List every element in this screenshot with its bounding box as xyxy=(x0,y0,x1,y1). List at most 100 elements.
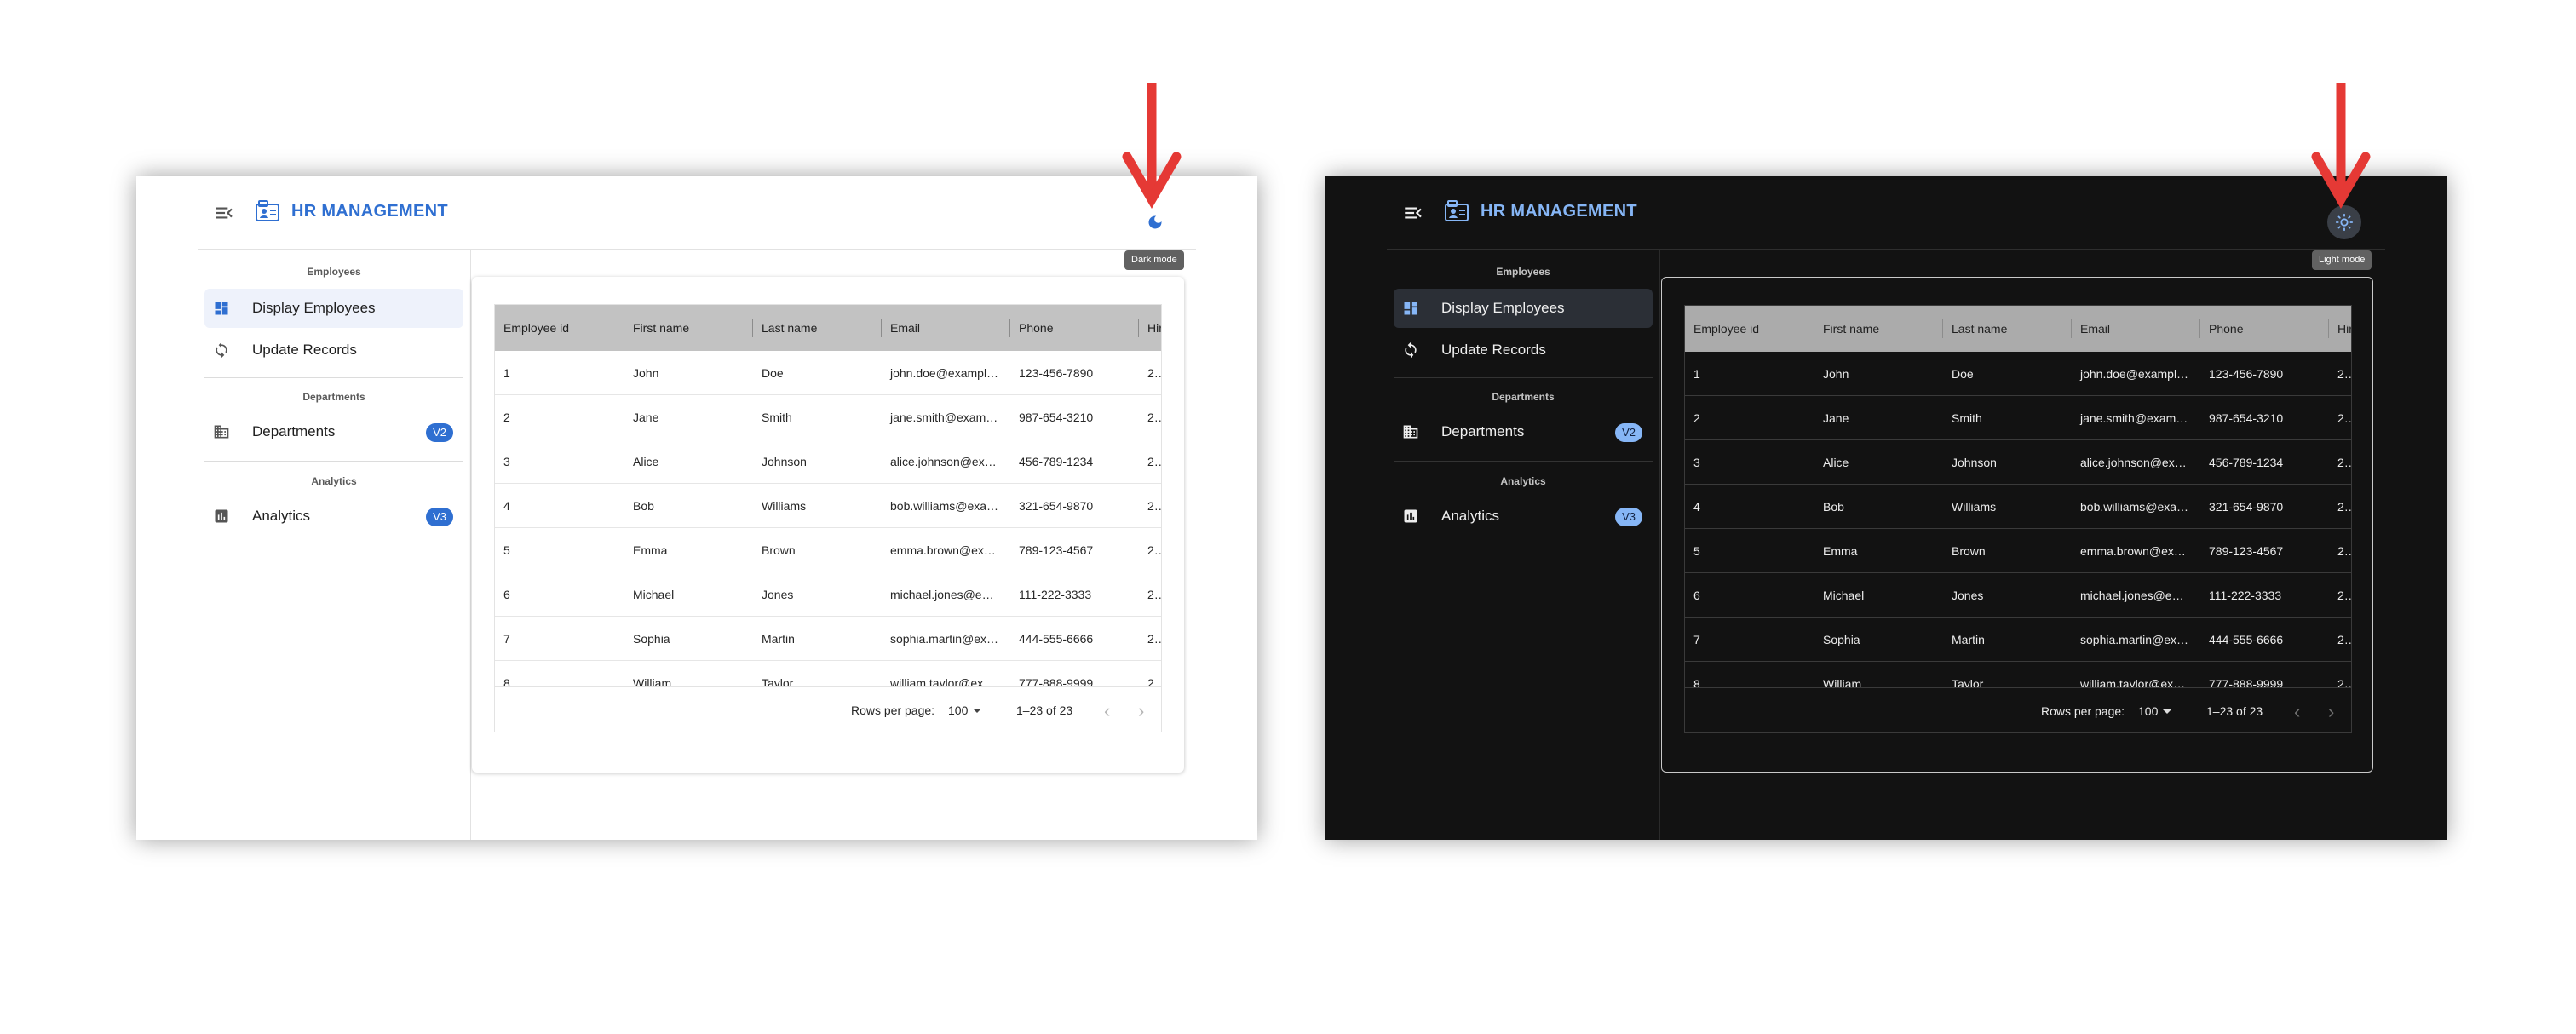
column-header-first-name[interactable]: First name xyxy=(624,305,753,351)
table-cell[interactable]: 5 xyxy=(495,528,624,572)
table-cell[interactable]: 201 xyxy=(1139,395,1161,439)
table-cell[interactable]: Emma xyxy=(624,528,753,572)
table-cell[interactable]: 111-222-3333 xyxy=(1010,572,1139,617)
table-cell[interactable]: 456-789-1234 xyxy=(1010,439,1139,484)
sidebar-item-analytics[interactable]: Analytics V3 xyxy=(204,497,463,536)
table-cell[interactable]: 4 xyxy=(1685,485,1814,529)
sidebar-item-update-records[interactable]: Update Records xyxy=(204,330,463,370)
column-header-hire-date[interactable]: Hir xyxy=(2329,306,2351,352)
chevron-down-icon[interactable] xyxy=(973,709,981,713)
table-cell[interactable]: Johnson xyxy=(1943,440,2072,485)
table-cell[interactable]: 789-123-4567 xyxy=(2200,529,2329,573)
column-header-phone[interactable]: Phone xyxy=(1010,305,1139,351)
table-cell[interactable]: 987-654-3210 xyxy=(1010,395,1139,439)
table-cell[interactable]: 202 xyxy=(1139,528,1161,572)
previous-page-icon[interactable]: ‹ xyxy=(1104,687,1110,732)
table-cell[interactable]: Emma xyxy=(1814,529,1943,573)
table-cell[interactable]: 202 xyxy=(2329,618,2351,662)
table-cell[interactable]: 789-123-4567 xyxy=(1010,528,1139,572)
column-header-employee-id[interactable]: Employee id xyxy=(1685,306,1814,352)
table-cell[interactable]: Bob xyxy=(624,484,753,528)
sidebar-item-departments[interactable]: Departments V2 xyxy=(204,412,463,451)
table-cell[interactable]: Sophia xyxy=(1814,618,1943,662)
table-cell[interactable]: 7 xyxy=(1685,618,1814,662)
theme-toggle-button[interactable] xyxy=(2327,205,2361,239)
table-row[interactable]: 1JohnDoejohn.doe@exampl…123-456-7890202 xyxy=(1685,352,2351,396)
table-cell[interactable]: Jane xyxy=(1814,396,1943,440)
table-cell[interactable]: Brown xyxy=(1943,529,2072,573)
column-header-hire-date[interactable]: Hir xyxy=(1139,305,1161,351)
sidebar-item-departments[interactable]: Departments V2 xyxy=(1394,412,1653,451)
table-row[interactable]: 6 Michael Jones michael.jones@e… 111-222-333… xyxy=(1685,573,2351,618)
table-cell[interactable]: Jones xyxy=(1943,573,2072,618)
table-cell[interactable]: 6 xyxy=(495,572,624,617)
table-row[interactable]: 2 Jane Smith jane.smith@exam… 987-654-3210 20… xyxy=(1685,396,2351,440)
table-cell[interactable]: 3 xyxy=(495,439,624,484)
column-header-last-name[interactable]: Last name xyxy=(1943,306,2072,352)
table-cell[interactable]: 6 xyxy=(1685,573,1814,618)
table-cell[interactable]: Martin xyxy=(1943,618,2072,662)
table-cell[interactable]: Bob xyxy=(1814,485,1943,529)
table-cell[interactable]: Martin xyxy=(753,617,882,661)
table-cell[interactable]: John xyxy=(1814,352,1943,396)
table-cell[interactable]: emma.brown@ex… xyxy=(882,528,1010,572)
table-cell[interactable]: Brown xyxy=(753,528,882,572)
table-cell[interactable]: John xyxy=(624,351,753,395)
table-cell[interactable]: Michael xyxy=(1814,573,1943,618)
table-cell[interactable]: 1 xyxy=(1685,352,1814,396)
column-header-last-name[interactable]: Last name xyxy=(753,305,882,351)
table-cell[interactable]: 202 xyxy=(2329,529,2351,573)
table-row[interactable]: 2 Jane Smith jane.smith@exam… 987-654-3210 20… xyxy=(495,395,1161,439)
table-cell[interactable]: 8 xyxy=(1685,662,1814,687)
table-cell[interactable]: Smith xyxy=(1943,396,2072,440)
table-cell[interactable]: 201 xyxy=(2329,662,2351,687)
table-cell[interactable]: Sophia xyxy=(624,617,753,661)
table-row[interactable]: 4 Bob Williams bob.williams@exa… 321-654-987… xyxy=(1685,485,2351,529)
table-cell[interactable]: 123-456-7890 xyxy=(1010,351,1139,395)
table-cell[interactable]: 8 xyxy=(495,661,624,686)
table-cell[interactable]: 123-456-7890 xyxy=(2200,352,2329,396)
table-cell[interactable]: bob.williams@exa… xyxy=(2072,485,2200,529)
column-header-first-name[interactable]: First name xyxy=(1814,306,1943,352)
table-cell[interactable]: 7 xyxy=(495,617,624,661)
table-cell[interactable]: 201 xyxy=(1139,484,1161,528)
rows-per-page-select[interactable]: 100 xyxy=(948,687,968,732)
table-cell[interactable]: 777-888-9999 xyxy=(1010,661,1139,686)
table-cell[interactable]: alice.johnson@ex… xyxy=(882,439,1010,484)
table-cell[interactable]: jane.smith@exam… xyxy=(882,395,1010,439)
table-cell[interactable]: 201 xyxy=(2329,485,2351,529)
column-header-employee-id[interactable]: Employee id xyxy=(495,305,624,351)
table-cell[interactable]: michael.jones@e… xyxy=(2072,573,2200,618)
table-cell[interactable]: 201 xyxy=(2329,396,2351,440)
sidebar-item-display-employees[interactable]: Display Employees xyxy=(1394,289,1653,328)
table-cell[interactable]: 202 xyxy=(1139,351,1161,395)
table-row[interactable]: 8 William Taylor william.taylor@ex… 777-888-… xyxy=(495,661,1161,686)
table-row[interactable]: 5EmmaBrownemma.brown@ex…789-123-4567202 xyxy=(495,528,1161,572)
table-cell[interactable]: Smith xyxy=(753,395,882,439)
table-cell[interactable]: 5 xyxy=(1685,529,1814,573)
table-cell[interactable]: sophia.martin@ex… xyxy=(2072,618,2200,662)
table-row[interactable]: 6 Michael Jones michael.jones@e… 111-222-333… xyxy=(495,572,1161,617)
column-header-email[interactable]: Email xyxy=(882,305,1010,351)
rows-per-page-select[interactable]: 100 xyxy=(2138,688,2158,732)
next-page-icon[interactable]: › xyxy=(2328,688,2334,732)
table-cell[interactable]: alice.johnson@ex… xyxy=(2072,440,2200,485)
table-cell[interactable]: 201 xyxy=(1139,572,1161,617)
table-row[interactable]: 3 Alice Johnson alice.johnson@ex… 456-789-12… xyxy=(1685,440,2351,485)
previous-page-icon[interactable]: ‹ xyxy=(2294,688,2300,732)
table-cell[interactable]: Taylor xyxy=(753,661,882,686)
column-header-phone[interactable]: Phone xyxy=(2200,306,2329,352)
table-cell[interactable]: 202 xyxy=(1139,617,1161,661)
table-cell[interactable]: William xyxy=(624,661,753,686)
table-cell[interactable]: Jones xyxy=(753,572,882,617)
table-cell[interactable]: 321-654-9870 xyxy=(1010,484,1139,528)
table-cell[interactable]: 1 xyxy=(495,351,624,395)
next-page-icon[interactable]: › xyxy=(1138,687,1144,732)
table-cell[interactable]: jane.smith@exam… xyxy=(2072,396,2200,440)
table-cell[interactable]: john.doe@exampl… xyxy=(882,351,1010,395)
table-cell[interactable]: William xyxy=(1814,662,1943,687)
table-row[interactable]: 7 Sophia Martin sophia.martin@ex… 444-555-66… xyxy=(495,617,1161,661)
menu-open-icon[interactable] xyxy=(1402,202,1424,224)
table-cell[interactable]: Doe xyxy=(1943,352,2072,396)
table-cell[interactable]: Doe xyxy=(753,351,882,395)
